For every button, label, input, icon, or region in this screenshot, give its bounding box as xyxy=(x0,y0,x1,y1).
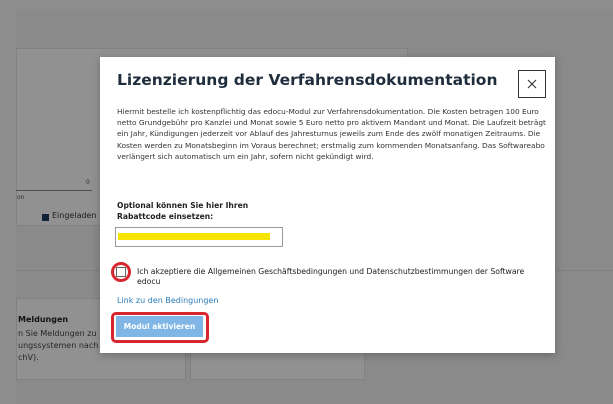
activate-module-button[interactable]: Modul aktivieren xyxy=(116,316,203,337)
agb-checkbox-label: Ich akzeptiere die Allgemeinen Geschäfts… xyxy=(137,267,525,286)
agb-checkbox[interactable] xyxy=(116,267,126,277)
modal-description: Hiermit bestelle ich kostenpflichtig das… xyxy=(117,107,546,161)
license-modal: Lizenzierung der Verfahrensdokumentation… xyxy=(100,57,555,353)
close-button[interactable] xyxy=(518,70,546,98)
terms-link[interactable]: Link zu den Bedingungen xyxy=(117,296,218,305)
close-icon xyxy=(527,79,537,89)
modal-title: Lizenzierung der Verfahrensdokumentation xyxy=(117,71,498,89)
discount-code-label: Optional können Sie hier Ihren Rabattcod… xyxy=(117,201,249,221)
discount-code-input[interactable] xyxy=(115,227,283,247)
